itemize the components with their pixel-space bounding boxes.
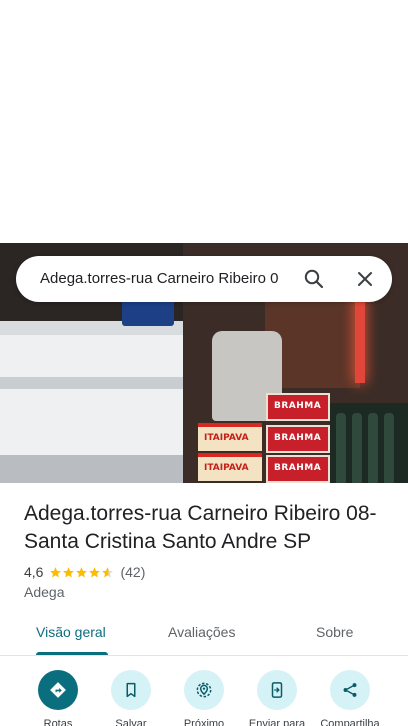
rating-stars — [49, 566, 114, 579]
rating-value: 4,6 — [24, 564, 44, 580]
star-icon — [89, 566, 101, 577]
send-to-phone-button[interactable]: Enviar para — [242, 668, 312, 726]
nearby-button[interactable]: Próximo — [169, 668, 239, 726]
share-button[interactable]: Compartilha — [315, 668, 385, 726]
send-to-phone-label: Enviar para — [248, 718, 306, 726]
tab-indicator — [36, 652, 108, 655]
share-icon — [343, 683, 357, 697]
nearby-icon — [196, 682, 212, 698]
photo-crate: BRAHMA — [266, 455, 330, 483]
photo-itaipava-pack: ITAIPAVA — [198, 423, 262, 451]
directions-icon — [50, 682, 66, 698]
share-label: Compartilha — [320, 718, 380, 726]
photo-bottle — [384, 413, 394, 483]
action-bar: Rotas Salvar Próximo Enviar para Compart… — [0, 668, 408, 726]
photo-red-light — [355, 293, 365, 383]
save-button[interactable]: Salvar — [96, 668, 166, 726]
tab-about[interactable]: Sobre — [316, 624, 353, 640]
send-to-phone-icon — [271, 682, 283, 698]
photo-counter-base — [0, 455, 183, 483]
map-area-blank — [0, 0, 408, 243]
review-count[interactable]: (42) — [120, 564, 145, 580]
star-icon — [50, 566, 62, 577]
place-tabs: Visão geral Avaliações Sobre — [0, 612, 408, 656]
photo-crate: BRAHMA — [266, 425, 330, 453]
photo-can-box — [122, 298, 174, 326]
place-title: Adega.torres-rua Carneiro Ribeiro 08- Sa… — [24, 502, 377, 553]
photo-counter-stripe — [0, 377, 183, 389]
photo-itaipava-pack: ITAIPAVA — [198, 453, 262, 481]
bookmark-icon — [126, 682, 136, 698]
photo-bottle — [368, 413, 378, 483]
star-icon — [76, 566, 88, 577]
search-bar[interactable]: Adega.torres-rua Carneiro Ribeiro 0 — [16, 256, 392, 302]
nearby-label: Próximo — [183, 718, 225, 726]
search-icon[interactable] — [302, 267, 326, 291]
search-input[interactable]: Adega.torres-rua Carneiro Ribeiro 0 — [40, 270, 302, 290]
save-label: Salvar — [115, 718, 147, 726]
tab-overview[interactable]: Visão geral — [36, 624, 106, 640]
rating-row[interactable]: 4,6 (42) — [24, 563, 145, 581]
directions-label: Rotas — [43, 718, 73, 726]
star-icon — [63, 566, 75, 577]
photo-bottle — [352, 413, 362, 483]
photo-crate: BRAHMA — [266, 393, 330, 421]
star-half-icon — [102, 566, 114, 577]
photo-bottle — [336, 413, 346, 483]
close-icon[interactable] — [353, 267, 377, 291]
directions-button[interactable]: Rotas — [23, 668, 93, 726]
tab-reviews[interactable]: Avaliações — [168, 624, 235, 640]
place-category: Adega — [24, 584, 65, 600]
